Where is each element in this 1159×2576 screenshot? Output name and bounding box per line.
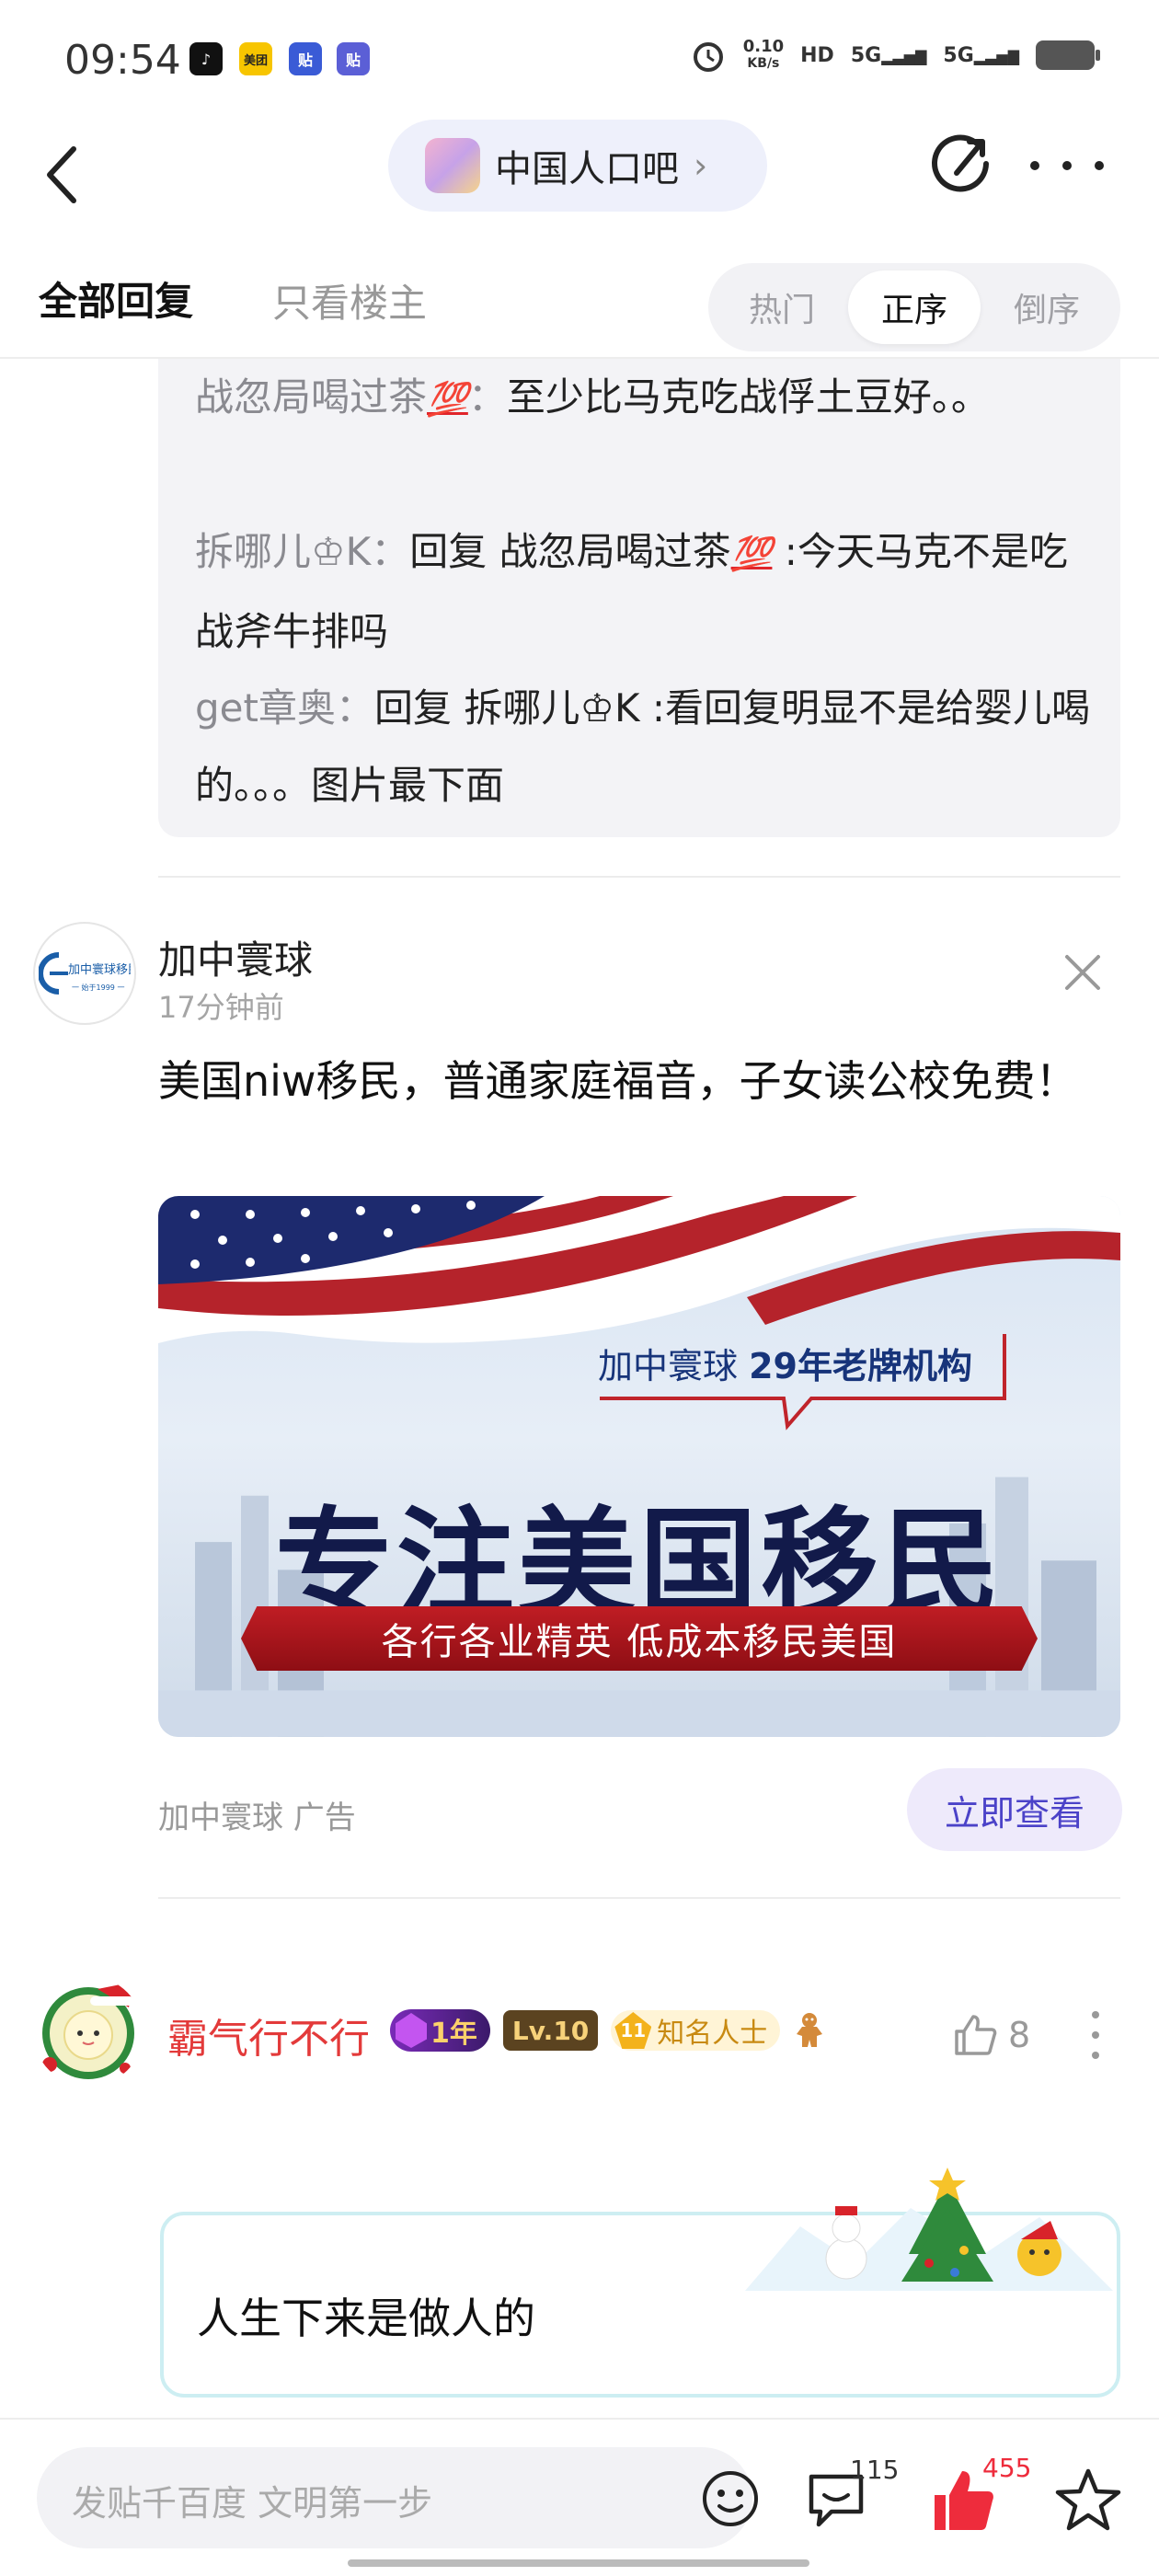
title-badge[interactable]: 知名人士 (611, 2010, 781, 2051)
tab-all-replies[interactable]: 全部回复 (39, 270, 193, 327)
sub-reply[interactable]: 战忽局喝过茶💯：至少比马克吃战俘土豆好。。 (195, 359, 1096, 439)
ad-time: 17分钟前 (158, 990, 284, 1025)
comment-count: 115 (850, 2455, 900, 2485)
svg-text:加中寰球移民: 加中寰球移民 (68, 962, 131, 977)
top-nav: 中国人口吧 › (0, 120, 1159, 239)
divider (158, 1897, 1120, 1899)
advertiser-avatar[interactable]: 加中寰球移民 一 始于1999 一 (33, 922, 136, 1025)
chevron-right-icon: › (694, 145, 708, 186)
sub-reply-user[interactable]: 拆哪儿♔K (195, 529, 371, 574)
forum-name: 中国人口吧 (495, 148, 679, 190)
meituan-icon: 美团 (239, 42, 272, 75)
forum-link[interactable]: 中国人口吧 › (388, 120, 767, 212)
ad-banner[interactable]: 加中寰球 29年老牌机构 专注美国移民 各行各业精英 低成本移民美国 (158, 1196, 1120, 1737)
gingerbread-icon (797, 2013, 823, 2047)
post-username[interactable]: 霸气行不行 (167, 2006, 370, 2064)
post-like-count: 8 (1008, 2015, 1031, 2055)
home-indicator[interactable] (348, 2559, 809, 2567)
close-icon[interactable] (1060, 949, 1106, 995)
compose-input[interactable]: 发贴千百度 文明第一步 (37, 2447, 758, 2548)
callout-prefix: 加中寰球 (598, 1346, 750, 1386)
user-badges: 1年 Lv.10 知名人士 (390, 2009, 826, 2052)
sub-reply-user[interactable]: 战忽局喝过茶 (195, 374, 427, 420)
christmas-decoration (745, 2168, 1113, 2291)
net-speed-value: 0.10 (742, 37, 785, 56)
sub-reply-mention[interactable]: 战忽局喝过茶 (499, 529, 731, 574)
status-bar: 09:54 ♪ 美团 贴 贴 0.10 KB/s HD 5G▂▃▅▇ 5G▂▃▅… (0, 0, 1159, 120)
post-more-icon[interactable] (1089, 2011, 1102, 2059)
back-arrow-icon (47, 146, 76, 203)
sort-toggle: 热门 正序 倒序 (708, 263, 1120, 351)
sort-hot[interactable]: 热门 (716, 270, 848, 344)
share-icon[interactable] (929, 132, 993, 197)
net-speed-unit: KB/s (747, 56, 780, 71)
banner-ribbon: 各行各业精英 低成本移民美国 (241, 1606, 1038, 1671)
us-flag-image (158, 1196, 1120, 1343)
advertiser-logo: 加中寰球移民 一 始于1999 一 (39, 952, 131, 995)
thumbs-up-icon[interactable] (951, 2011, 999, 2059)
sub-reply-user[interactable]: get章奥 (195, 685, 336, 730)
member-year-badge[interactable]: 1年 (390, 2009, 490, 2052)
forum-avatar (425, 138, 480, 193)
callout-text: 加中寰球 29年老牌机构 (598, 1338, 972, 1388)
divider (158, 876, 1120, 878)
sub-reply-colon: ： (467, 374, 507, 420)
sub-reply-colon: ： (335, 685, 374, 730)
post-content-text: 人生下来是做人的 (197, 2294, 535, 2343)
alarm-icon (693, 42, 723, 72)
tiktok-icon: ♪ (189, 42, 223, 75)
callout-highlight: 29年老牌机构 (749, 1346, 972, 1386)
status-time: 09:54 (64, 37, 181, 84)
hd-indicator: HD (800, 43, 834, 67)
status-indicators: 0.10 KB/s HD 5G▂▃▅▇ 5G▂▃▅▇ (690, 37, 1100, 74)
hundred-points-icon: 💯 (730, 535, 773, 573)
net-speed: 0.10 KB/s (743, 39, 784, 72)
sub-reply[interactable]: get章奥：回复 拆哪儿♔K :看回复明显不是给婴儿喝的。。。图片最下面 (195, 670, 1096, 824)
sub-reply-prefix: 回复 (373, 685, 465, 730)
back-button[interactable] (44, 138, 99, 212)
tieba-icon: 贴 (289, 42, 322, 75)
tieba-icon-2: 贴 (337, 42, 370, 75)
more-options-icon[interactable] (1030, 147, 1104, 184)
battery-icon (1036, 40, 1100, 70)
sort-descending[interactable]: 倒序 (981, 270, 1113, 344)
level-badge[interactable]: Lv.10 (502, 2010, 599, 2051)
tab-owner-only[interactable]: 只看楼主 (272, 272, 427, 328)
like-count: 455 (982, 2453, 1032, 2483)
bottom-bar: 发贴千百度 文明第一步 115 455 (0, 2418, 1159, 2576)
star-favorite-icon[interactable] (1054, 2466, 1122, 2534)
sub-reply-colon: ： (371, 529, 410, 574)
sub-reply-prefix: 回复 (409, 529, 499, 574)
sort-ascending[interactable]: 正序 (848, 270, 981, 344)
hundred-points-icon: 💯 (427, 381, 468, 419)
reply-tabs: 全部回复 只看楼主 热门 正序 倒序 (0, 248, 1159, 359)
sub-reply[interactable]: 拆哪儿♔K：回复 战忽局喝过茶💯 :今天马克不是吃战斧牛排吗 (195, 513, 1096, 671)
ad-text[interactable]: 美国niw移民，普通家庭福音，子女读公校免费！ (158, 1047, 1115, 1115)
ad-source-label: 加中寰球 广告 (158, 1800, 356, 1836)
svg-text:一 始于1999 一: 一 始于1999 一 (72, 983, 124, 992)
signal-5g-2: 5G▂▃▅▇ (943, 43, 1019, 67)
sub-reply-mention[interactable]: 拆哪儿♔K (464, 685, 639, 730)
compose-placeholder: 发贴千百度 文明第一步 (72, 2483, 433, 2524)
emoji-icon[interactable] (701, 2469, 760, 2528)
sub-reply-text: 至少比马克吃战俘土豆好。。 (506, 374, 990, 420)
sub-replies-box[interactable]: 战忽局喝过茶💯：至少比马克吃战俘土豆好。。 拆哪儿♔K：回复 战忽局喝过茶💯 :… (158, 359, 1120, 837)
view-now-button[interactable]: 立即查看 (907, 1768, 1122, 1851)
signal-5g-1: 5G▂▃▅▇ (850, 43, 927, 67)
advertiser-name[interactable]: 加中寰球 (158, 929, 313, 985)
user-avatar[interactable] (33, 1976, 143, 2087)
